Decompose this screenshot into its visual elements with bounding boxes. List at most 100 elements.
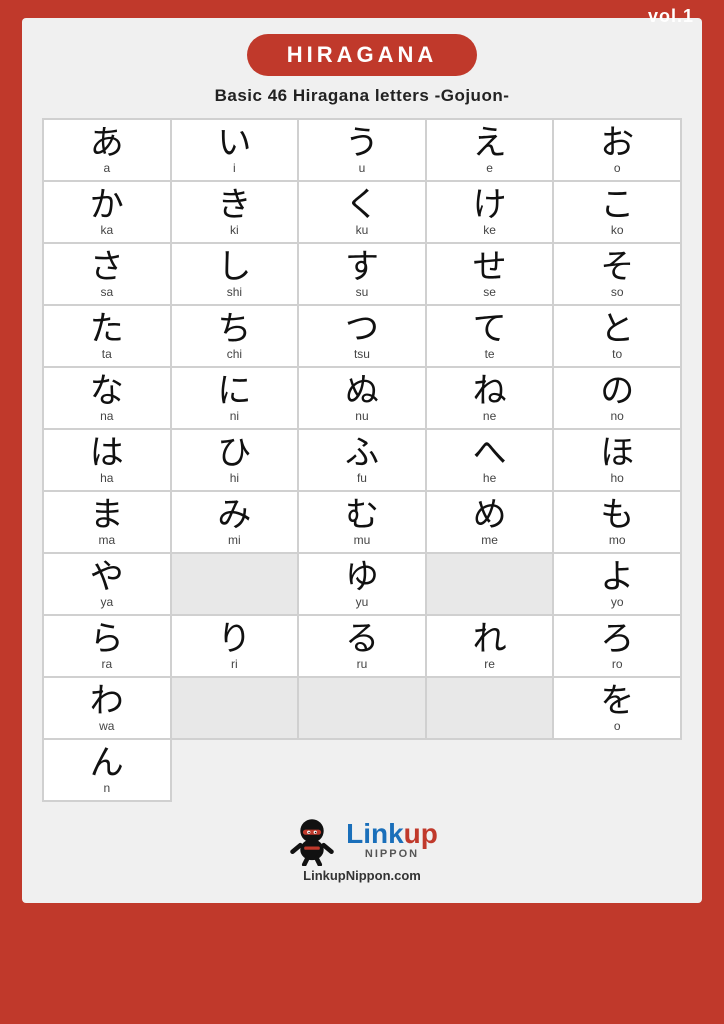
kana-cell: みmi <box>171 491 299 553</box>
kana-cell: そso <box>553 243 681 305</box>
kana-character: み <box>174 498 296 532</box>
romaji-label: hi <box>174 471 296 485</box>
kana-cell: よyo <box>553 553 681 615</box>
romaji-label: he <box>429 471 551 485</box>
kana-character: け <box>429 188 551 222</box>
kana-cell: ろro <box>553 615 681 677</box>
kana-character: ち <box>174 312 296 346</box>
kana-cell: くku <box>298 181 426 243</box>
linkup-brand: Linkup NIPPON <box>346 820 438 860</box>
kana-character: す <box>301 250 423 284</box>
hiragana-table: あaいiうuえeおoかkaきkiくkuけkeこkoさsaしshiすsuせseそs… <box>42 118 682 802</box>
kana-cell: れre <box>426 615 554 677</box>
kana-cell: るru <box>298 615 426 677</box>
kana-character: あ <box>46 126 168 160</box>
kana-character: わ <box>46 684 168 718</box>
kana-cell: りri <box>171 615 299 677</box>
kana-character: た <box>46 312 168 346</box>
kana-cell: さsa <box>43 243 171 305</box>
logo-area: Linkup NIPPON <box>286 814 438 866</box>
kana-cell: をo <box>553 677 681 739</box>
kana-character: と <box>556 312 678 346</box>
kana-cell: おo <box>553 119 681 181</box>
kana-character: る <box>301 622 423 656</box>
romaji-label: no <box>556 409 678 423</box>
kana-cell: やya <box>43 553 171 615</box>
kana-cell: ねne <box>426 367 554 429</box>
kana-cell: すsu <box>298 243 426 305</box>
kana-character: う <box>301 126 423 160</box>
romaji-label: me <box>429 533 551 547</box>
kana-character: ん <box>46 746 168 780</box>
romaji-label: nu <box>301 409 423 423</box>
kana-character: き <box>174 188 296 222</box>
kana-character: ま <box>46 498 168 532</box>
kana-character: え <box>429 126 551 160</box>
kana-cell: きki <box>171 181 299 243</box>
website-url: LinkupNippon.com <box>303 868 421 883</box>
kana-character: ろ <box>556 622 678 656</box>
romaji-label: ma <box>46 533 168 547</box>
kana-character: や <box>46 560 168 594</box>
romaji-label: so <box>556 285 678 299</box>
kana-cell: つtsu <box>298 305 426 367</box>
romaji-label: sa <box>46 285 168 299</box>
kana-character: て <box>429 312 551 346</box>
kana-character: む <box>301 498 423 532</box>
kana-cell: はha <box>43 429 171 491</box>
kana-cell: しshi <box>171 243 299 305</box>
page-title: HIRAGANA <box>247 34 478 76</box>
romaji-label: o <box>556 719 678 733</box>
kana-character: り <box>174 622 296 656</box>
romaji-label: re <box>429 657 551 671</box>
romaji-label: ta <box>46 347 168 361</box>
ninja-icon <box>286 814 338 866</box>
kana-cell: とto <box>553 305 681 367</box>
romaji-label: ki <box>174 223 296 237</box>
romaji-label: to <box>556 347 678 361</box>
kana-cell: たta <box>43 305 171 367</box>
nippon-label: NIPPON <box>346 848 438 860</box>
romaji-label: fu <box>301 471 423 485</box>
kana-cell: なna <box>43 367 171 429</box>
romaji-label: ya <box>46 595 168 609</box>
romaji-label: mi <box>174 533 296 547</box>
kana-cell: むmu <box>298 491 426 553</box>
kana-cell: うu <box>298 119 426 181</box>
kana-character: つ <box>301 312 423 346</box>
romaji-label: ha <box>46 471 168 485</box>
footer: Linkup NIPPON LinkupNippon.com <box>42 814 682 883</box>
up-text: up <box>404 818 438 849</box>
kana-character: へ <box>429 436 551 470</box>
link-text: Link <box>346 818 404 849</box>
romaji-label: ko <box>556 223 678 237</box>
romaji-label: o <box>556 161 678 175</box>
kana-cell: ふfu <box>298 429 426 491</box>
kana-cell: てte <box>426 305 554 367</box>
romaji-label: shi <box>174 285 296 299</box>
kana-cell: めme <box>426 491 554 553</box>
empty-cell <box>426 553 554 615</box>
kana-character: か <box>46 188 168 222</box>
kana-cell: のno <box>553 367 681 429</box>
kana-character: い <box>174 126 296 160</box>
romaji-label: yu <box>301 595 423 609</box>
empty-cell <box>171 553 299 615</box>
kana-character: ゆ <box>301 560 423 594</box>
kana-character: こ <box>556 188 678 222</box>
kana-cell: けke <box>426 181 554 243</box>
romaji-label: ho <box>556 471 678 485</box>
kana-cell: んn <box>43 739 171 801</box>
page-subtitle: Basic 46 Hiragana letters -Gojuon- <box>42 86 682 106</box>
romaji-label: mu <box>301 533 423 547</box>
linkup-text: Linkup <box>346 820 438 848</box>
romaji-label: u <box>301 161 423 175</box>
romaji-label: chi <box>174 347 296 361</box>
romaji-label: se <box>429 285 551 299</box>
kana-cell: にni <box>171 367 299 429</box>
empty-cell <box>171 677 299 739</box>
kana-character: な <box>46 374 168 408</box>
kana-character: め <box>429 498 551 532</box>
romaji-label: e <box>429 161 551 175</box>
main-page: vol.1 HIRAGANA Basic 46 Hiragana letters… <box>22 18 702 903</box>
